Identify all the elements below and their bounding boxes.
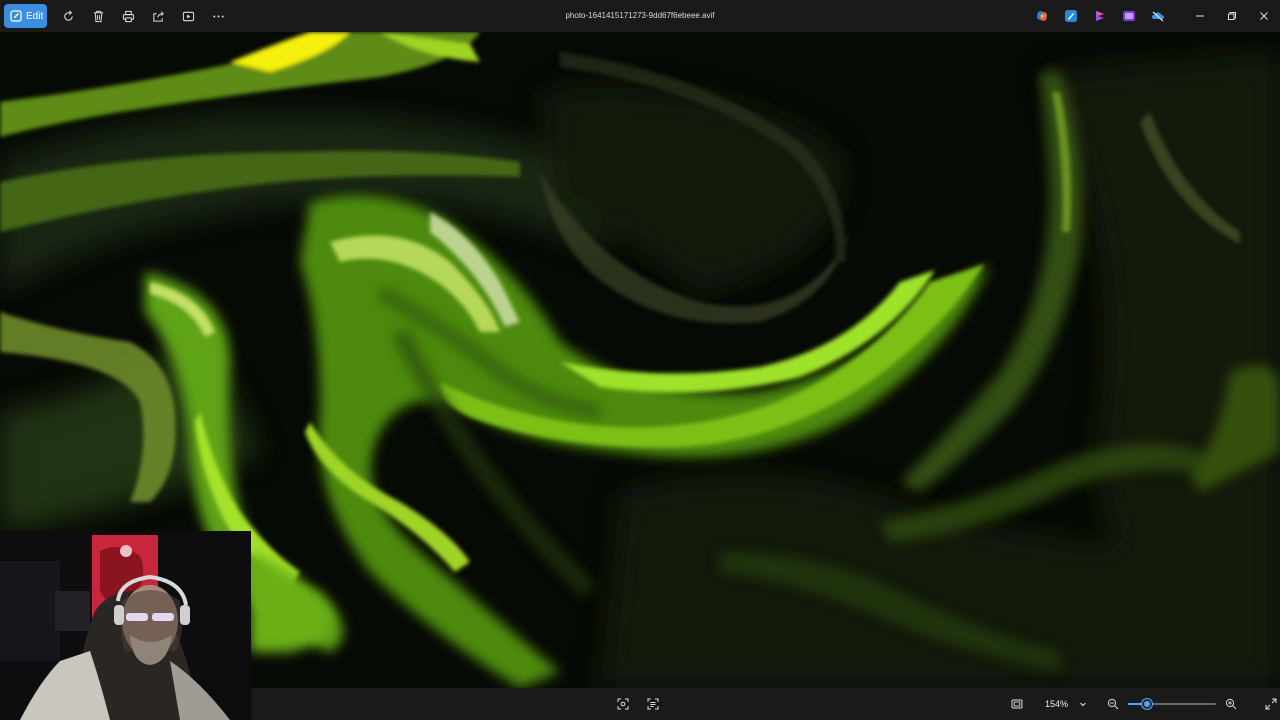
toolbar: Edit xyxy=(0,0,231,32)
rotate-icon xyxy=(63,10,73,21)
delete-icon xyxy=(93,10,103,22)
close-button[interactable] xyxy=(1248,0,1280,32)
onedrive-icon xyxy=(1152,11,1164,22)
copilot-icon xyxy=(1037,11,1047,21)
print-icon xyxy=(122,10,134,22)
zoom-out-icon xyxy=(1107,698,1119,710)
slideshow-button[interactable] xyxy=(175,3,201,29)
zoom-controls: 154% xyxy=(1006,688,1280,720)
full-screen-icon xyxy=(1265,698,1277,710)
fit-to-window-icon xyxy=(1011,699,1023,709)
visual-search-icon xyxy=(617,698,629,710)
share-button[interactable] xyxy=(145,3,171,29)
onedrive-button[interactable] xyxy=(1147,5,1169,27)
quick-apps xyxy=(1031,5,1169,27)
zoom-out-button[interactable] xyxy=(1102,693,1124,715)
window-title: photo-1641415171273-9dd67f6ebeee.avif xyxy=(565,11,715,20)
rotate-button[interactable] xyxy=(55,3,81,29)
designer-icon xyxy=(1065,10,1077,22)
clipchamp-button[interactable] xyxy=(1089,5,1111,27)
window-controls xyxy=(1184,0,1280,32)
view-controls xyxy=(612,693,664,715)
restore-icon xyxy=(1228,12,1236,20)
chevron-down-icon xyxy=(1080,702,1086,707)
zoom-level-value: 154% xyxy=(1045,699,1069,709)
webcam-person-image xyxy=(0,531,251,720)
copilot-button[interactable] xyxy=(1031,5,1053,27)
clipchamp-icon xyxy=(1096,11,1104,21)
close-icon xyxy=(1260,12,1268,20)
full-screen-button[interactable] xyxy=(1260,693,1280,715)
bottom-bar: 154% xyxy=(251,688,1280,720)
zoom-slider[interactable] xyxy=(1128,692,1216,716)
photos-app-button[interactable] xyxy=(1118,5,1140,27)
zoom-in-button[interactable] xyxy=(1220,693,1242,715)
restore-button[interactable] xyxy=(1216,0,1248,32)
edit-button[interactable]: Edit xyxy=(4,4,47,28)
visual-search-button[interactable] xyxy=(612,693,634,715)
title-bar: Edit photo-1641415171273-9dd67f6ebeee.av… xyxy=(0,0,1280,32)
designer-button[interactable] xyxy=(1060,5,1082,27)
scan-text-icon xyxy=(647,698,659,710)
zoom-in-icon xyxy=(1225,698,1237,710)
share-icon xyxy=(152,10,164,22)
webcam-overlay xyxy=(0,531,251,720)
fit-to-window-button[interactable] xyxy=(1006,693,1028,715)
minimize-icon xyxy=(1196,15,1204,17)
slideshow-icon xyxy=(182,11,194,21)
edit-label: Edit xyxy=(26,10,44,22)
photos-app-icon xyxy=(1123,11,1135,21)
more-icon xyxy=(212,14,224,18)
minimize-button[interactable] xyxy=(1184,0,1216,32)
print-button[interactable] xyxy=(115,3,141,29)
edit-icon xyxy=(10,10,22,22)
more-options-button[interactable] xyxy=(205,3,231,29)
delete-button[interactable] xyxy=(85,3,111,29)
zoom-slider-thumb[interactable] xyxy=(1142,699,1153,709)
zoom-level-dropdown[interactable]: 154% xyxy=(1036,692,1094,716)
scan-text-button[interactable] xyxy=(642,693,664,715)
